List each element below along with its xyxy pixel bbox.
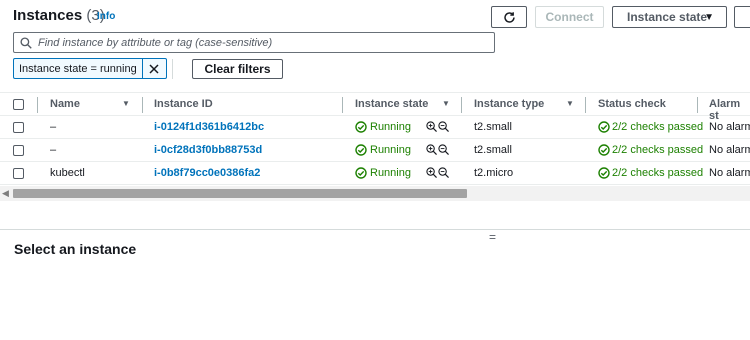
connect-button[interactable]: Connect	[535, 6, 604, 28]
remove-filter-button[interactable]	[143, 59, 166, 78]
scroll-left-icon[interactable]: ◀	[2, 188, 9, 199]
column-header-instance-id[interactable]: Instance ID	[154, 98, 213, 110]
status-check: 2/2 checks passed	[612, 167, 704, 179]
zoom-out-icon[interactable]	[438, 144, 449, 155]
table-row[interactable]: – i-0cf28d3f0bb88753d Running t2.small 2…	[0, 139, 750, 162]
column-divider[interactable]	[142, 97, 143, 113]
zoom-in-icon[interactable]	[426, 144, 437, 155]
instance-id-link[interactable]: i-0cf28d3f0bb88753d	[154, 144, 262, 156]
column-divider[interactable]	[461, 97, 462, 113]
instance-type: t2.small	[474, 121, 512, 133]
split-panel-divider	[0, 229, 750, 230]
instance-name: kubectl	[50, 167, 85, 179]
instance-state: Running	[370, 167, 411, 179]
column-header-instance-type[interactable]: Instance type	[474, 98, 544, 110]
select-all-checkbox[interactable]	[13, 99, 24, 110]
actions-button[interactable]	[734, 6, 750, 28]
page-title: Instances (3)	[13, 7, 105, 24]
instance-state: Running	[370, 121, 411, 133]
check-circle-icon	[598, 167, 610, 179]
column-divider	[37, 97, 38, 113]
status-check: 2/2 checks passed	[612, 144, 704, 156]
zoom-in-icon[interactable]	[426, 121, 437, 132]
instance-name: –	[50, 121, 57, 133]
search-input[interactable]	[38, 36, 478, 49]
filter-separator	[172, 59, 173, 79]
table-row[interactable]: kubectl i-0b8f79cc0e0386fa2 Running t2.m…	[0, 162, 750, 185]
alarm-status: No alarm	[709, 167, 750, 179]
zoom-out-icon[interactable]	[438, 121, 449, 132]
zoom-in-icon[interactable]	[426, 167, 437, 178]
details-panel-title: Select an instance	[14, 241, 137, 257]
instance-state-label: Instance state	[627, 10, 708, 24]
table-header: Name ▼ Instance ID Instance state ▼ Inst…	[0, 92, 750, 122]
close-icon	[149, 63, 159, 74]
check-circle-icon	[355, 144, 367, 156]
instance-type: t2.micro	[474, 167, 514, 179]
instance-type: t2.small	[474, 144, 512, 156]
scrollbar-thumb[interactable]	[13, 189, 467, 198]
page-title-text: Instances	[13, 7, 83, 24]
table-row[interactable]: – i-0124f1d361b6412bc Running t2.small 2…	[0, 116, 750, 139]
zoom-out-icon[interactable]	[438, 167, 449, 178]
column-divider[interactable]	[697, 97, 698, 113]
column-header-name[interactable]: Name	[50, 98, 80, 110]
instance-state: Running	[370, 144, 411, 156]
row-checkbox[interactable]	[13, 168, 24, 179]
row-checkbox[interactable]	[13, 122, 24, 133]
alarm-status: No alarm	[709, 121, 750, 133]
clear-filters-button[interactable]: Clear filters	[192, 59, 283, 79]
column-header-instance-state[interactable]: Instance state	[355, 98, 428, 110]
instance-name: –	[50, 144, 57, 156]
horizontal-scrollbar[interactable]: ◀	[0, 186, 750, 201]
check-circle-icon	[598, 144, 610, 156]
info-link[interactable]: Info	[97, 11, 115, 22]
filter-token-label: Instance state = running	[14, 59, 143, 78]
status-check: 2/2 checks passed	[612, 121, 704, 133]
drag-handle-icon[interactable]: =	[489, 230, 496, 244]
refresh-icon	[503, 11, 515, 23]
instance-state-dropdown[interactable]: Instance state ▼	[612, 6, 727, 28]
instance-id-link[interactable]: i-0124f1d361b6412bc	[154, 121, 264, 133]
check-circle-icon	[355, 167, 367, 179]
row-checkbox[interactable]	[13, 145, 24, 156]
check-circle-icon	[355, 121, 367, 133]
sort-icon[interactable]: ▼	[122, 99, 130, 108]
column-divider[interactable]	[342, 97, 343, 113]
column-header-status-check[interactable]: Status check	[598, 98, 666, 110]
column-divider[interactable]	[585, 97, 586, 113]
refresh-button[interactable]	[491, 6, 527, 28]
sort-icon[interactable]: ▼	[442, 99, 450, 108]
alarm-status: No alarm	[709, 144, 750, 156]
caret-down-icon: ▼	[704, 12, 714, 23]
search-icon	[20, 36, 32, 49]
search-bar[interactable]	[13, 32, 495, 53]
sort-icon[interactable]: ▼	[566, 99, 574, 108]
instance-id-link[interactable]: i-0b8f79cc0e0386fa2	[154, 167, 260, 179]
filter-token: Instance state = running	[13, 58, 167, 79]
check-circle-icon	[598, 121, 610, 133]
